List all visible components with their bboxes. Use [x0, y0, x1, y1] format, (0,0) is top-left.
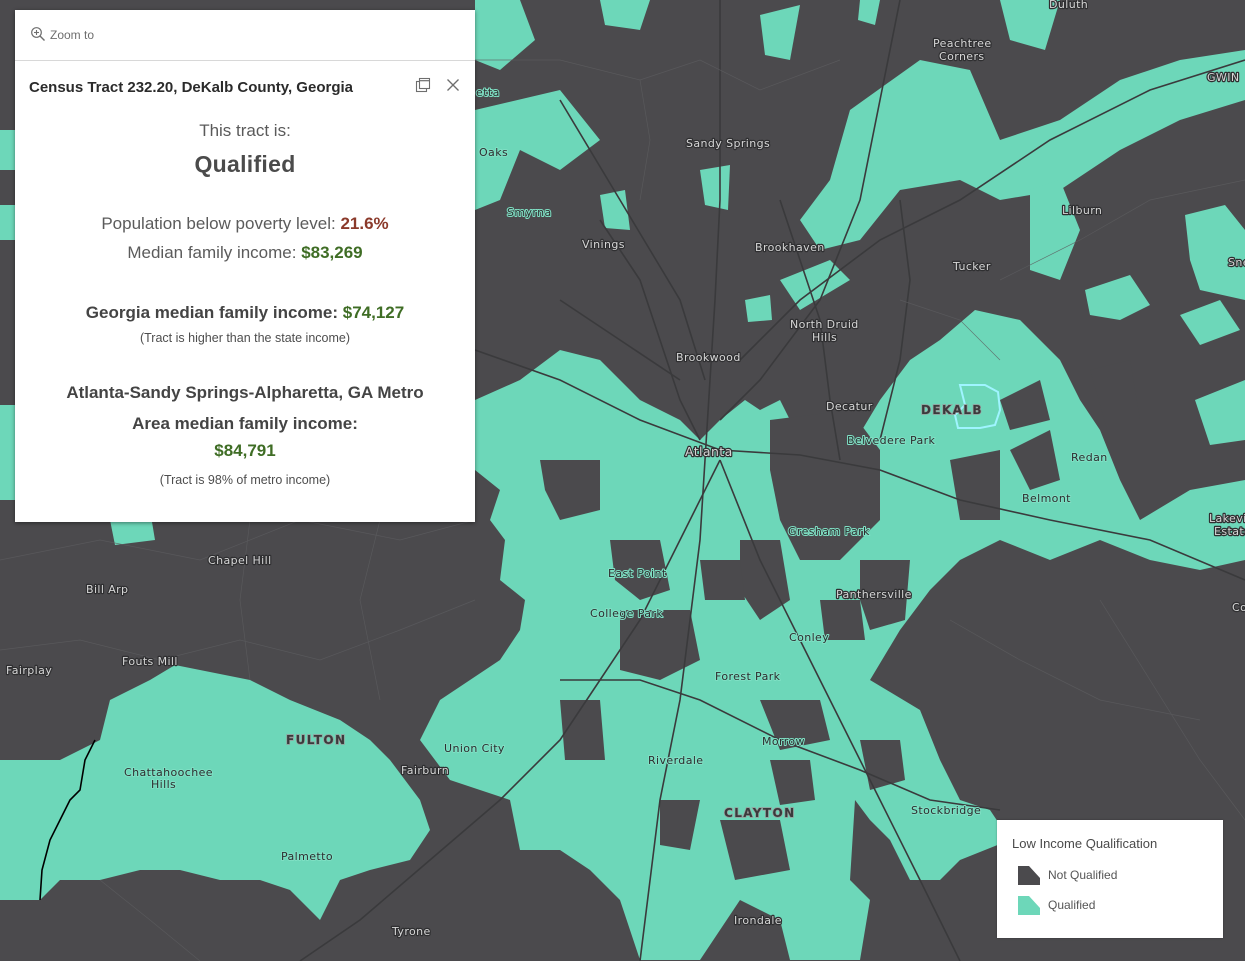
zoom-to-button[interactable]: Zoom to	[30, 26, 94, 45]
place-label: Fouts Mill	[122, 655, 178, 668]
place-label: Lakevi	[1209, 512, 1245, 525]
legend-label: Qualified	[1048, 898, 1096, 912]
place-label: Sandy Springs	[686, 137, 770, 150]
place-label: GWIN	[1207, 71, 1239, 84]
popup-header: Census Tract 232.20, DeKalb County, Geor…	[15, 61, 475, 113]
metro-income-value: $84,791	[214, 441, 276, 460]
qualified-swatch	[1018, 896, 1040, 915]
place-label: Oaks	[479, 146, 508, 159]
zoom-to-label: Zoom to	[50, 28, 95, 42]
income-value: $83,269	[301, 243, 363, 262]
county-label: DEKALB	[921, 403, 983, 417]
place-label: Morrow	[762, 735, 805, 748]
county-label: FULTON	[286, 733, 346, 747]
state-income-label: Georgia median family income:	[85, 303, 343, 322]
place-label: etta	[476, 86, 500, 99]
metro-area-name: Atlanta-Sandy Springs-Alpharetta, GA Met…	[66, 383, 424, 402]
place-label: Palmetto	[281, 850, 333, 863]
dock-icon[interactable]	[415, 77, 431, 98]
feature-popup: Zoom to Census Tract 232.20, DeKalb Coun…	[15, 10, 475, 522]
place-label: Belmont	[1022, 492, 1071, 505]
not-qualified-swatch	[1018, 866, 1040, 885]
income-label: Median family income:	[127, 243, 302, 262]
legend-item-qualified: Qualified	[1017, 894, 1095, 916]
poverty-label: Population below poverty level:	[101, 214, 341, 233]
zoom-in-icon	[30, 26, 50, 45]
state-income-stat: Georgia median family income: $74,127	[15, 303, 475, 323]
close-icon[interactable]	[445, 77, 461, 98]
place-label: Sne	[1228, 256, 1245, 269]
metro-income-note: (Tract is 98% of metro income)	[159, 473, 331, 487]
metro-income-label: Area median family income:	[132, 414, 358, 433]
qualification-status: Qualified	[194, 151, 296, 177]
place-label: Fairburn	[401, 764, 449, 777]
place-label: Redan	[1071, 451, 1108, 464]
place-label: Atlanta	[685, 444, 733, 459]
place-label: East Point	[608, 567, 667, 580]
place-label: Forest Park	[715, 670, 781, 683]
place-label: Duluth	[1049, 0, 1088, 11]
state-income-value: $74,127	[342, 303, 405, 322]
county-label: CLAYTON	[724, 806, 796, 820]
place-label: Decatur	[826, 400, 873, 413]
place-label: Tucker	[952, 260, 991, 273]
place-label: Chapel Hill	[208, 554, 272, 567]
legend-label: Not Qualified	[1048, 868, 1118, 882]
place-label: North Druid	[790, 318, 859, 331]
place-label: Stockbridge	[911, 804, 981, 817]
place-label: Fairplay	[6, 664, 52, 677]
place-label: Tyrone	[391, 925, 431, 938]
place-label: Panthersville	[836, 588, 912, 601]
income-stat: Median family income: $83,269	[15, 243, 475, 263]
place-label: Gresham Park	[788, 525, 870, 538]
popup-content: This tract is: Qualified Population belo…	[15, 121, 475, 487]
poverty-stat: Population below poverty level: 21.6%	[15, 214, 475, 234]
place-label: Belvedere Park	[847, 434, 936, 447]
place-label: Smyrna	[507, 206, 552, 219]
map-legend: Low Income Qualification Not Qualified Q…	[997, 820, 1223, 938]
place-label: Co	[1232, 601, 1245, 614]
place-label: Hills	[812, 331, 837, 344]
place-label: Conley	[789, 631, 829, 644]
popup-title: Census Tract 232.20, DeKalb County, Geor…	[29, 78, 353, 96]
place-label: Estate	[1214, 525, 1245, 538]
state-income-note: (Tract is higher than the state income)	[139, 331, 351, 345]
place-label: Hills	[151, 778, 176, 791]
poverty-value: 21.6%	[340, 214, 389, 233]
popup-toolbar: Zoom to	[15, 10, 475, 61]
place-label: Brookhaven	[755, 241, 825, 254]
place-label: College Park	[590, 607, 663, 620]
place-label: Lilburn	[1062, 204, 1102, 217]
legend-title: Low Income Qualification	[1012, 836, 1158, 851]
place-label: Irondale	[734, 914, 782, 927]
legend-item-not-qualified: Not Qualified	[1017, 864, 1117, 886]
place-label: Riverdale	[648, 754, 703, 767]
place-label: Bill Arp	[86, 583, 128, 596]
place-label: Corners	[939, 50, 985, 63]
metro-income-heading: Atlanta-Sandy Springs-Alpharetta, GA Met…	[15, 377, 475, 439]
place-label: Vinings	[582, 238, 625, 251]
place-label: Brookwood	[676, 351, 741, 364]
place-label: Peachtree	[933, 37, 992, 50]
place-label: Union City	[444, 742, 505, 755]
tract-lead-text: This tract is:	[199, 121, 291, 140]
